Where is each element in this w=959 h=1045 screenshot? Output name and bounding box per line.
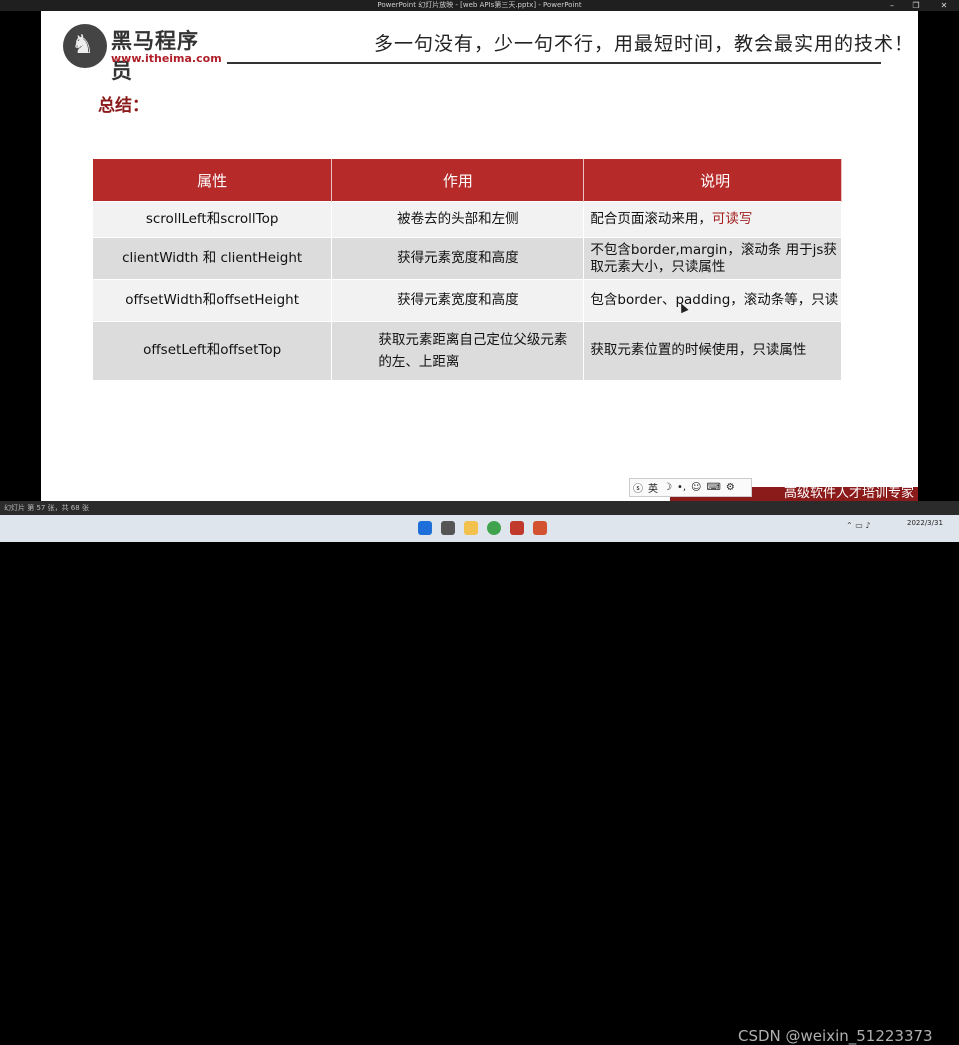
windows-start-icon[interactable]	[418, 521, 432, 535]
table-row: clientWidth 和 clientHeight 获得元素宽度和高度 不包含…	[93, 237, 842, 280]
file-explorer-icon[interactable]	[464, 521, 478, 535]
description-highlight: 可读写	[711, 211, 753, 227]
xmind-icon[interactable]	[510, 521, 524, 535]
ime-keyboard-icon[interactable]: ⌨	[706, 482, 720, 493]
csdn-watermark: CSDN @weixin_51223373	[738, 1027, 933, 1045]
slide-canvas[interactable]: ♞ 黑马程序员 www.itheima.com 多一句没有，少一句不行，用最短时…	[41, 11, 918, 501]
itheima-logo: ♞ 黑马程序员 www.itheima.com	[63, 22, 222, 83]
cell-description: 获取元素位置的时候使用，只读属性	[583, 321, 842, 380]
minimize-button[interactable]: –	[880, 0, 904, 11]
ime-settings-icon[interactable]: ⚙	[726, 482, 735, 493]
window-title: PowerPoint 幻灯片放映 - [web APIs第三天.pptx] - …	[377, 1, 582, 9]
cell-property: offsetWidth和offsetHeight	[93, 279, 333, 322]
ime-toolbar[interactable]: ⓢ 英 ☽ •, ☺ ⌨ ⚙	[629, 478, 752, 497]
cell-property: clientWidth 和 clientHeight	[93, 237, 333, 280]
slide-counter: 幻灯片 第 57 张，共 68 张	[4, 504, 89, 512]
cell-function: 获取元素距离自己定位父级元素的左、上距离	[331, 321, 585, 380]
restore-button[interactable]: ❐	[904, 0, 928, 11]
logo-url: www.itheima.com	[111, 52, 222, 65]
cell-function: 被卷去的头部和左侧	[331, 201, 585, 238]
description-text: 配合页面滚动来用，	[590, 211, 712, 227]
cell-description: 配合页面滚动来用，可读写	[583, 201, 842, 238]
chrome-icon[interactable]	[487, 521, 501, 535]
ime-emoji-icon[interactable]: ☺	[691, 482, 701, 493]
table-row: offsetWidth和offsetHeight 获得元素宽度和高度 包含bor…	[93, 279, 842, 322]
ime-moon-icon[interactable]: ☽	[663, 482, 672, 493]
table-row: offsetLeft和offsetTop 获取元素距离自己定位父级元素的左、上距…	[93, 321, 842, 380]
header-divider	[227, 62, 881, 64]
horse-icon: ♞	[71, 30, 95, 60]
clock[interactable]: 2022/3/31	[907, 518, 943, 528]
ime-language[interactable]: 英	[648, 480, 658, 495]
cell-description: 包含border、padding，滚动条等，只读	[583, 279, 842, 322]
slide-heading: 总结：	[98, 96, 149, 116]
header-property: 属性	[93, 159, 333, 202]
task-view-icon[interactable]	[441, 521, 455, 535]
cell-property: offsetLeft和offsetTop	[93, 321, 333, 380]
taskbar: ⌃ ▭ ♪ 2022/3/31 CSDN @weixin_51223373	[0, 515, 959, 1045]
ime-logo-icon[interactable]: ⓢ	[633, 480, 643, 495]
window-title-bar: PowerPoint 幻灯片放映 - [web APIs第三天.pptx] - …	[0, 0, 959, 11]
powerpoint-icon[interactable]	[533, 521, 547, 535]
slideshow-right-margin	[918, 11, 959, 499]
ime-punctuation-icon[interactable]: •,	[677, 482, 686, 493]
header-description: 说明	[583, 159, 842, 202]
system-tray-icons[interactable]: ⌃ ▭ ♪	[846, 521, 870, 530]
table-row: scrollLeft和scrollTop 被卷去的头部和左侧 配合页面滚动来用，…	[93, 201, 842, 238]
clock-date: 2022/3/31	[907, 519, 943, 527]
table-header-row: 属性 作用 说明	[93, 159, 842, 202]
cell-function: 获得元素宽度和高度	[331, 237, 585, 280]
slogan: 多一句没有，少一句不行，用最短时间，教会最实用的技术！	[374, 33, 915, 55]
cell-function: 获得元素宽度和高度	[331, 279, 585, 322]
status-bar: 幻灯片 第 57 张，共 68 张	[0, 501, 959, 515]
header-function: 作用	[331, 159, 585, 202]
summary-table: 属性 作用 说明 scrollLeft和scrollTop 被卷去的头部和左侧 …	[93, 159, 842, 380]
cell-description: 不包含border,margin，滚动条 用于js获取元素大小，只读属性	[583, 237, 842, 280]
slideshow-left-margin	[0, 11, 41, 499]
cell-property: scrollLeft和scrollTop	[93, 201, 333, 238]
close-button[interactable]: ✕	[932, 0, 956, 11]
